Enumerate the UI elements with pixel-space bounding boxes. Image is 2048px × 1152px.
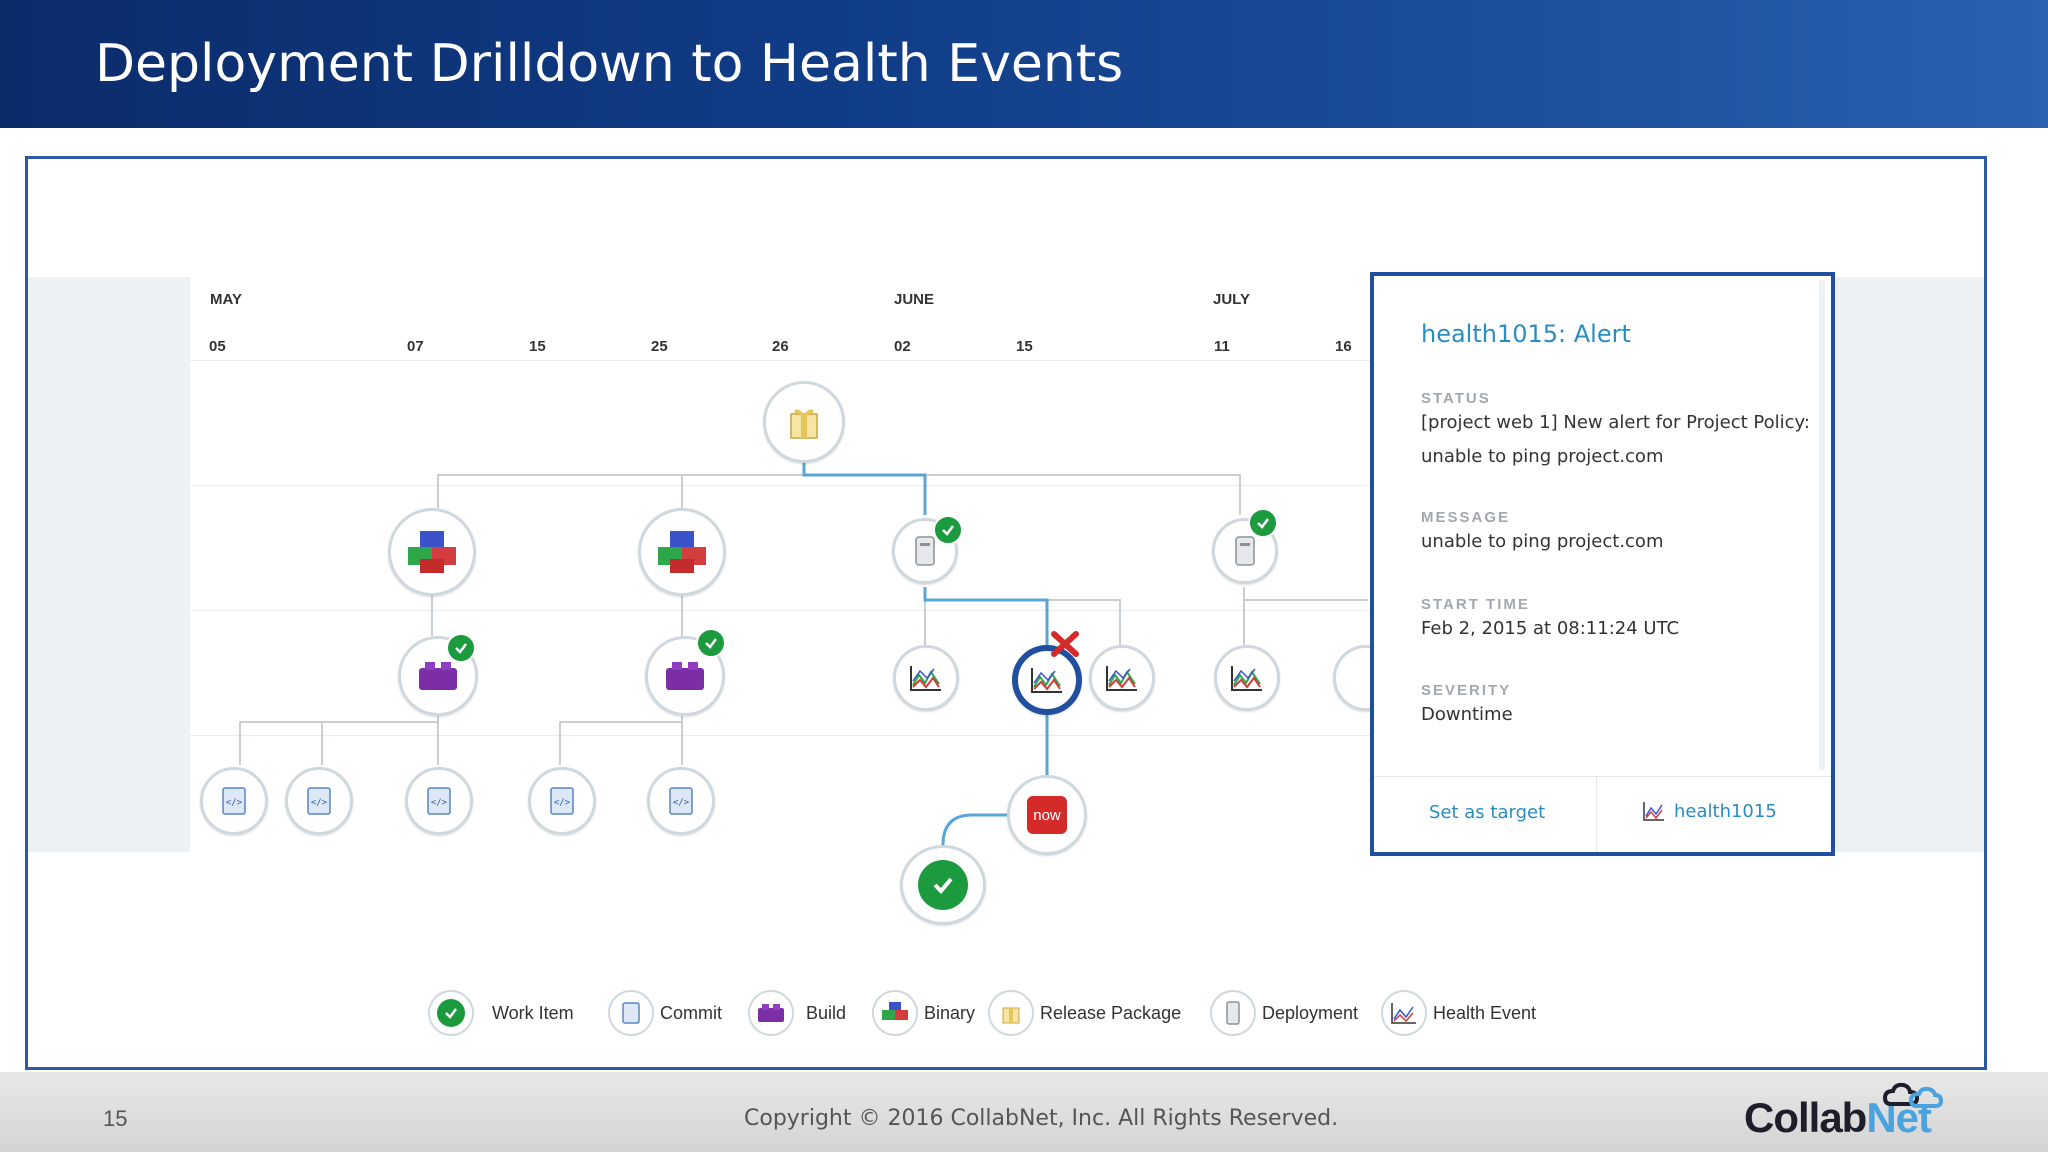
start-time-value: Feb 2, 2015 at 08:11:24 UTC: [1421, 618, 1680, 639]
now-badge: now: [1027, 796, 1067, 834]
legend-label: Health Event: [1433, 1002, 1537, 1023]
commit-node[interactable]: </>: [285, 767, 353, 835]
health-event-node[interactable]: [893, 645, 959, 711]
start-time-label: START TIME: [1421, 596, 1530, 613]
svg-text:</>: </>: [554, 798, 571, 808]
legend-label: Release Package: [1040, 1002, 1182, 1023]
commit-node[interactable]: </>: [647, 767, 715, 835]
status-value: [project web 1] New alert for Project Po…: [1421, 412, 1810, 467]
health-event-node[interactable]: [1214, 645, 1280, 711]
legend-commit: Commit: [608, 990, 722, 1036]
legend-label: Build: [806, 1002, 847, 1023]
success-check-icon: [1248, 508, 1278, 538]
panel-title: health1015: Alert: [1421, 320, 1631, 348]
binary-blocks-icon: [408, 531, 456, 573]
commit-node[interactable]: </>: [200, 767, 268, 835]
now-node[interactable]: now: [1007, 775, 1087, 855]
release-package-node[interactable]: [763, 381, 845, 463]
health-chart-icon: [1106, 666, 1137, 691]
set-as-target-link[interactable]: Set as target: [1429, 802, 1545, 823]
binary-blocks-icon: [658, 531, 706, 573]
now-label: now: [1033, 806, 1061, 824]
legend-label: Work Item: [492, 1002, 574, 1023]
legend-deployment: Deployment: [1210, 990, 1358, 1036]
gift-box-icon: [790, 409, 818, 439]
work-item-legend-icon: [428, 990, 474, 1036]
work-item-check-icon: [918, 860, 968, 910]
build-block-icon: [419, 662, 457, 690]
work-item-node[interactable]: [900, 845, 986, 925]
legend-release-package: Release Package: [988, 990, 1181, 1036]
collabnet-logo: CollabNet: [1744, 1082, 1944, 1142]
message-label: MESSAGE: [1421, 509, 1511, 526]
health-chart-icon: [1031, 668, 1062, 693]
health-link-label: health1015: [1674, 800, 1777, 822]
health-event-node[interactable]: [1089, 645, 1155, 711]
health-chart-icon: [1231, 666, 1262, 691]
legend-label: Binary: [924, 1002, 976, 1023]
code-file-icon: </>: [222, 787, 246, 815]
binary-node[interactable]: [388, 508, 476, 596]
svg-text:</>: </>: [226, 798, 243, 808]
status-label: STATUS: [1421, 390, 1491, 407]
success-check-icon: [933, 515, 963, 545]
server-icon: [1235, 536, 1255, 566]
page-number: 15: [103, 1106, 128, 1131]
code-file-icon: </>: [550, 787, 574, 815]
alert-detail-panel: health1015: Alert STATUS [project web 1]…: [1370, 272, 1835, 856]
health-event-link[interactable]: health1015: [1642, 800, 1777, 822]
commit-legend-icon: [608, 990, 654, 1036]
legend-label: Commit: [660, 1002, 722, 1023]
svg-text:</>: </>: [431, 798, 448, 808]
cloud-logo-icon: [1882, 1082, 1944, 1108]
svg-text:</>: </>: [673, 798, 690, 808]
release-package-legend-icon: [988, 990, 1034, 1036]
message-value: unable to ping project.com: [1421, 531, 1664, 552]
binary-legend-icon: [872, 990, 918, 1036]
legend-build: Build: [748, 990, 846, 1036]
code-file-icon: </>: [669, 787, 693, 815]
legend-label: Deployment: [1262, 1002, 1359, 1023]
copyright-text: Copyright © 2016 CollabNet, Inc. All Rig…: [744, 1106, 1339, 1131]
legend-work-item: Work Item: [428, 990, 574, 1036]
legend-health-event: Health Event: [1381, 990, 1536, 1036]
build-legend-icon: [748, 990, 794, 1036]
legend-binary: Binary: [872, 990, 975, 1036]
build-block-icon: [666, 662, 704, 690]
panel-footer-divider: [1596, 776, 1597, 852]
commit-node[interactable]: </>: [405, 767, 473, 835]
binary-node[interactable]: [638, 508, 726, 596]
health-event-legend-icon: [1381, 990, 1427, 1036]
alert-x-icon: [1051, 631, 1079, 657]
success-check-icon: [696, 628, 726, 658]
health-chart-icon: [910, 666, 941, 691]
commit-node[interactable]: </>: [528, 767, 596, 835]
severity-label: SEVERITY: [1421, 682, 1512, 699]
severity-value: Downtime: [1421, 704, 1513, 725]
code-file-icon: </>: [427, 787, 451, 815]
svg-text:</>: </>: [311, 798, 328, 808]
deployment-legend-icon: [1210, 990, 1256, 1036]
code-file-icon: </>: [307, 787, 331, 815]
logo-text-collab: Collab: [1744, 1094, 1867, 1141]
server-icon: [915, 536, 935, 566]
health-chart-icon: [1643, 802, 1664, 821]
success-check-icon: [446, 633, 476, 663]
